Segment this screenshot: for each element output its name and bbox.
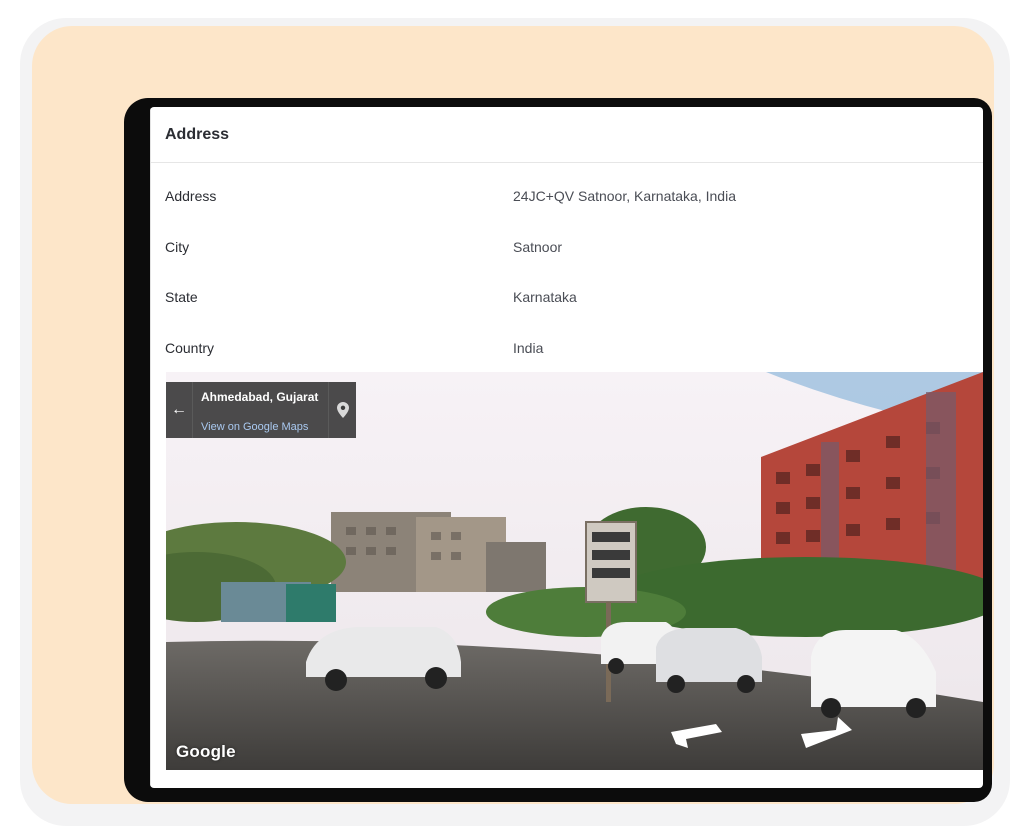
back-button[interactable]: ← [166,382,193,438]
detail-row-country: Country India [150,323,983,374]
street-view-embed[interactable]: ← Ahmedabad, Gujarat View on Google Maps… [166,372,983,770]
detail-value: Satnoor [513,238,563,255]
detail-value: India [513,339,544,356]
street-view-place-name: Ahmedabad, Gujarat [201,390,319,404]
detail-label: City [165,238,190,255]
arrow-left-icon: ← [171,401,187,418]
google-logo: Google [176,742,236,761]
detail-label: State [165,289,198,306]
detail-label: Address [165,188,217,205]
street-view-info-card: ← Ahmedabad, Gujarat View on Google Maps [166,382,356,438]
view-on-google-maps-link[interactable]: View on Google Maps [201,421,328,433]
street-view-info-text: Ahmedabad, Gujarat View on Google Maps [193,382,328,438]
panel-edge [150,107,151,788]
section-title: Address [165,125,230,143]
detail-row-address: Address 24JC+QV Satnoor, Karnataka, Indi… [150,171,983,222]
detail-value: 24JC+QV Satnoor, Karnataka, India [513,188,736,205]
detail-row-city: City Satnoor [150,222,983,273]
detail-value: Karnataka [513,289,577,306]
map-pin-icon [336,402,349,418]
detail-list: Address 24JC+QV Satnoor, Karnataka, Indi… [150,163,983,373]
detail-row-state: State Karnataka [150,272,983,323]
map-pin-button[interactable] [328,382,356,438]
address-panel: Address Address 24JC+QV Satnoor, Karnata… [150,107,983,788]
section-header: Address [150,107,983,163]
detail-label: Country [165,339,215,356]
